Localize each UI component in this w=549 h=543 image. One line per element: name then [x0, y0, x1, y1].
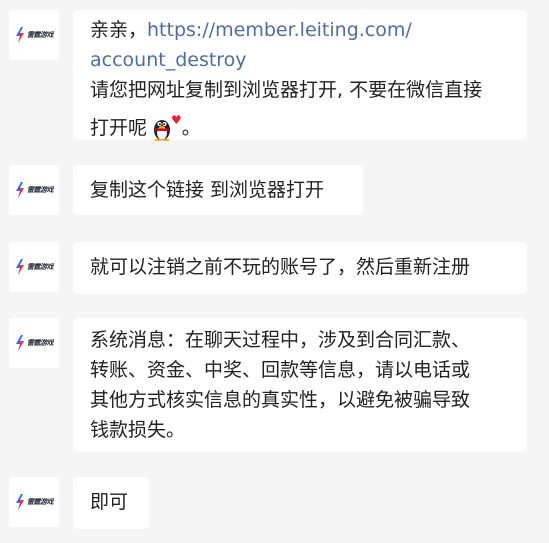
logo-text: 雷霆游戏 — [27, 339, 54, 347]
logo-text: 雷霆游戏 — [27, 186, 54, 194]
message-bubble: 即可 — [73, 477, 149, 529]
leiting-logo: 雷霆游戏 — [15, 27, 54, 43]
message-text: 系统消息：在聊天过程中，涉及到合同汇款、 — [90, 329, 471, 351]
message-bubble: 复制这个链接 到浏览器打开 — [73, 165, 363, 215]
avatar[interactable]: 雷霆游戏 — [9, 10, 59, 60]
message-link[interactable]: https://member.leiting.com/ — [147, 19, 412, 41]
message-link-continued[interactable]: account_destroy — [90, 45, 510, 75]
message-text: 转账、资金、中奖、回款等信息，请以电话或 — [90, 359, 471, 381]
chat-window: 雷霆游戏 亲亲，https://member.leiting.com/ acco… — [0, 0, 549, 543]
message-bubble: 就可以注销之前不玩的账号了，然后重新注册 — [73, 242, 527, 294]
avatar[interactable]: 雷霆游戏 — [9, 318, 59, 368]
leiting-logo: 雷霆游戏 — [15, 335, 54, 351]
message-text: 就可以注销之前不玩的账号了，然后重新注册 — [90, 256, 471, 278]
avatar[interactable]: 雷霆游戏 — [9, 477, 59, 527]
message-text: 钱款损失。 — [90, 419, 186, 441]
message-text: 亲亲， — [90, 19, 148, 41]
message-text: 其他方式核实信息的真实性，以避免被骗导致 — [90, 389, 471, 411]
lightning-icon — [16, 259, 24, 275]
logo-text: 雷霆游戏 — [27, 31, 54, 39]
message-text: 复制这个链接 到浏览器打开 — [90, 179, 325, 201]
message-text: 。 — [181, 117, 201, 139]
logo-text: 雷霆游戏 — [27, 263, 54, 271]
lightning-icon — [16, 494, 24, 510]
lightning-icon — [16, 27, 24, 43]
lightning-icon — [16, 335, 24, 351]
message-bubble system-message: 系统消息：在聊天过程中，涉及到合同汇款、 转账、资金、中奖、回款等信息，请以电话… — [73, 318, 527, 452]
chat-message: 雷霆游戏 系统消息：在聊天过程中，涉及到合同汇款、 转账、资金、中奖、回款等信息… — [9, 318, 527, 452]
lightning-icon — [16, 182, 24, 198]
message-text: 请您把网址复制到浏览器打开, 不要在微信直接 — [90, 79, 483, 101]
message-text: 即可 — [90, 491, 129, 513]
chat-message: 雷霆游戏 就可以注销之前不玩的账号了，然后重新注册 — [9, 242, 527, 294]
leiting-logo: 雷霆游戏 — [15, 182, 54, 198]
avatar[interactable]: 雷霆游戏 — [9, 165, 59, 215]
message-text: 打开呢 — [90, 117, 148, 139]
leiting-logo: 雷霆游戏 — [15, 494, 54, 510]
avatar[interactable]: 雷霆游戏 — [9, 242, 59, 292]
chat-message: 雷霆游戏 复制这个链接 到浏览器打开 — [9, 165, 363, 215]
message-bubble: 亲亲，https://member.leiting.com/ account_d… — [73, 10, 527, 142]
heart-icon: ♥ — [171, 113, 182, 127]
leiting-logo: 雷霆游戏 — [15, 259, 54, 275]
chat-message: 雷霆游戏 即可 — [9, 477, 149, 529]
logo-text: 雷霆游戏 — [27, 498, 54, 506]
chat-message: 雷霆游戏 亲亲，https://member.leiting.com/ acco… — [9, 10, 527, 142]
